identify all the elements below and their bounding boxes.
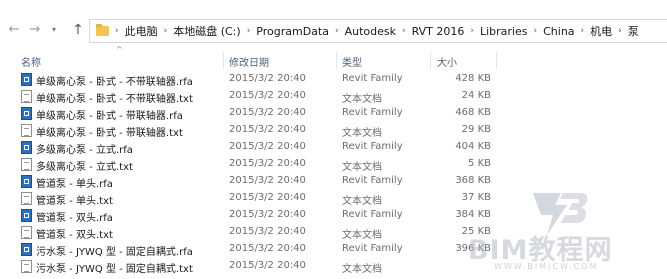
file-size: 37 KB [461, 192, 491, 203]
column-header-size[interactable]: 大小 [437, 54, 457, 69]
breadcrumb-libraries[interactable]: Libraries [480, 25, 528, 38]
breadcrumb-separator-icon[interactable]: › [618, 26, 622, 36]
file-date: 2015/3/2 20:40 [229, 192, 306, 203]
file-size: 368 KB [455, 175, 491, 186]
file-size: 404 KB [455, 141, 491, 152]
file-date: 2015/3/2 20:40 [229, 73, 306, 84]
column-divider[interactable] [336, 52, 337, 69]
file-type: 文本文档 [342, 94, 382, 105]
file-row[interactable]: 单级离心泵 - 卧式 - 不带联轴器.txt 2015/3/2 20:40 文本… [0, 88, 667, 105]
file-name: 单级离心泵 - 卧式 - 不带联轴器.txt [36, 94, 193, 105]
column-divider[interactable] [496, 52, 497, 69]
file-date: 2015/3/2 20:40 [229, 243, 306, 254]
file-date: 2015/3/2 20:40 [229, 226, 306, 237]
file-date: 2015/3/2 20:40 [229, 209, 306, 220]
column-header-name[interactable]: 名称 [21, 54, 41, 69]
revit-family-icon [21, 175, 32, 188]
file-date: 2015/3/2 20:40 [229, 175, 306, 186]
file-type: Revit Family [342, 141, 403, 152]
breadcrumb-separator-icon[interactable]: › [164, 26, 168, 36]
file-size: 29 KB [461, 124, 491, 135]
file-size: 468 KB [455, 107, 491, 118]
up-arrow-icon[interactable]: ↑ [70, 21, 86, 39]
revit-family-icon [21, 209, 32, 222]
breadcrumb-separator-icon[interactable]: › [247, 26, 251, 36]
file-type: Revit Family [342, 243, 403, 254]
navigation-bar: ← → ▾ ↑ › 此电脑 › 本地磁盘 (C:) › ProgramData … [0, 17, 667, 45]
breadcrumb-separator-icon[interactable]: › [534, 26, 538, 36]
file-name: 管道泵 - 双头.rfa [36, 213, 113, 224]
file-row[interactable]: 单级离心泵 - 卧式 - 带联轴器.rfa 2015/3/2 20:40 Rev… [0, 105, 667, 122]
column-header-date[interactable]: 修改日期 [229, 54, 269, 69]
file-row[interactable]: 多级离心泵 - 立式.rfa 2015/3/2 20:40 Revit Fami… [0, 139, 667, 156]
address-bar[interactable]: › 此电脑 › 本地磁盘 (C:) › ProgramData › Autode… [89, 19, 667, 43]
text-document-icon [21, 124, 32, 137]
breadcrumb-separator-icon[interactable]: › [115, 26, 119, 36]
file-name: 单级离心泵 - 卧式 - 带联轴器.rfa [36, 111, 183, 122]
file-type: Revit Family [342, 209, 403, 220]
file-type: Revit Family [342, 73, 403, 84]
file-name: 管道泵 - 单头.txt [36, 196, 113, 207]
breadcrumb-china[interactable]: China [543, 25, 574, 38]
file-name: 多级离心泵 - 立式.txt [36, 162, 133, 173]
revit-family-icon [21, 107, 32, 120]
file-type: 文本文档 [342, 162, 382, 173]
breadcrumb-separator-icon[interactable]: › [402, 26, 406, 36]
column-header: 名称 修改日期 类型 大小 [0, 52, 667, 69]
column-divider[interactable] [430, 52, 431, 69]
file-size: 384 KB [455, 209, 491, 220]
file-name: 单级离心泵 - 卧式 - 不带联轴器.rfa [36, 77, 193, 88]
revit-family-icon [21, 73, 32, 86]
back-arrow-icon[interactable]: ← [6, 21, 22, 39]
breadcrumb-local-disk[interactable]: 本地磁盘 (C:) [173, 23, 240, 39]
file-type: 文本文档 [342, 196, 382, 207]
file-type: 文本文档 [342, 128, 382, 139]
file-row[interactable]: 单级离心泵 - 卧式 - 不带联轴器.rfa 2015/3/2 20:40 Re… [0, 71, 667, 88]
file-size: 24 KB [461, 90, 491, 101]
file-name: 多级离心泵 - 立式.rfa [36, 145, 133, 156]
file-size: 5 KB [468, 158, 491, 169]
revit-family-icon [21, 243, 32, 256]
file-name: 污水泵 - JYWQ 型 - 固定自耦式.txt [36, 264, 193, 275]
recent-locations-chevron-icon[interactable]: ▾ [46, 21, 62, 39]
file-date: 2015/3/2 20:40 [229, 90, 306, 101]
file-date: 2015/3/2 20:40 [229, 124, 306, 135]
file-type: Revit Family [342, 107, 403, 118]
text-document-icon [21, 158, 32, 171]
breadcrumb-mep[interactable]: 机电 [590, 23, 612, 39]
breadcrumb-separator-icon[interactable]: › [335, 26, 339, 36]
breadcrumb-separator-icon[interactable]: › [581, 26, 585, 36]
file-name: 管道泵 - 单头.rfa [36, 179, 113, 190]
breadcrumb-autodesk[interactable]: Autodesk [345, 25, 396, 38]
file-row[interactable]: 多级离心泵 - 立式.txt 2015/3/2 20:40 文本文档 5 KB [0, 156, 667, 173]
file-date: 2015/3/2 20:40 [229, 141, 306, 152]
column-header-type[interactable]: 类型 [342, 54, 362, 69]
column-divider[interactable] [223, 52, 224, 69]
file-name: 单级离心泵 - 卧式 - 带联轴器.txt [36, 128, 183, 139]
breadcrumb-rvt-2016[interactable]: RVT 2016 [412, 25, 465, 38]
folder-icon [96, 24, 109, 36]
file-type: 文本文档 [342, 230, 382, 241]
forward-arrow-icon[interactable]: → [27, 21, 43, 39]
file-type: 文本文档 [342, 264, 382, 275]
breadcrumb-programdata[interactable]: ProgramData [256, 25, 329, 38]
breadcrumb-separator-icon[interactable]: › [470, 26, 474, 36]
revit-family-icon [21, 141, 32, 154]
file-date: 2015/3/2 20:40 [229, 158, 306, 169]
file-name: 污水泵 - JYWQ 型 - 固定自耦式.rfa [36, 247, 193, 258]
file-row[interactable]: 单级离心泵 - 卧式 - 带联轴器.txt 2015/3/2 20:40 文本文… [0, 122, 667, 139]
text-document-icon [21, 90, 32, 103]
file-date: 2015/3/2 20:40 [229, 107, 306, 118]
text-document-icon [21, 192, 32, 205]
watermark-url: WWW.BIMJCW.COM [494, 262, 599, 271]
file-date: 2015/3/2 20:40 [229, 260, 306, 271]
file-size: 428 KB [455, 73, 491, 84]
file-name: 管道泵 - 双头.txt [36, 230, 113, 241]
text-document-icon [21, 226, 32, 239]
text-document-icon [21, 260, 32, 273]
breadcrumb-this-pc[interactable]: 此电脑 [125, 23, 158, 39]
file-type: Revit Family [342, 175, 403, 186]
breadcrumb-pump[interactable]: 泵 [628, 23, 639, 39]
